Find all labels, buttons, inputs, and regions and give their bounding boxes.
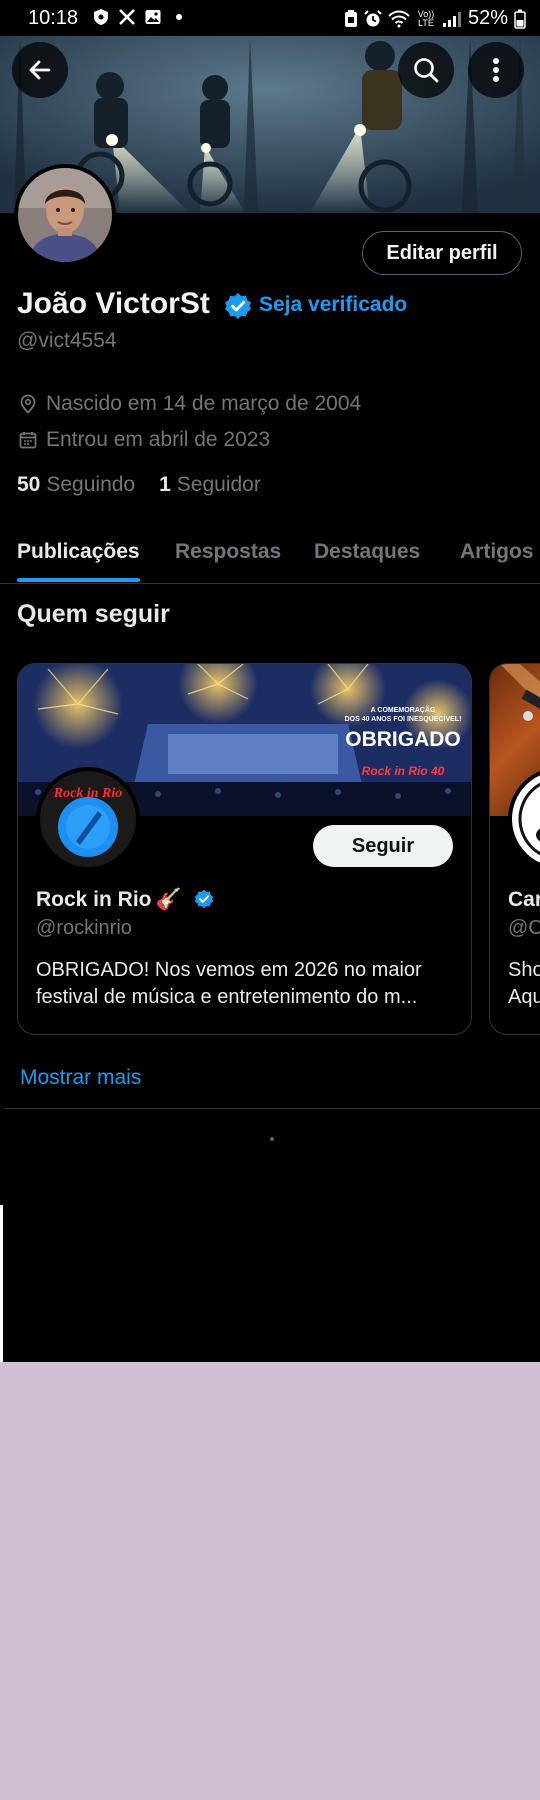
- card-name: Rock in Rio: [36, 888, 152, 911]
- edge-strip: [0, 1205, 3, 1362]
- back-button[interactable]: [12, 42, 68, 98]
- follow-button[interactable]: Seguir: [313, 825, 453, 867]
- birthday-text: Nascido em 14 de março de 2004: [46, 392, 362, 415]
- battery-percent: 52%: [467, 7, 508, 29]
- who-to-follow-title: Quem seguir: [17, 600, 170, 628]
- get-verified-link[interactable]: Seja verificado: [259, 293, 407, 317]
- banner-small-line1: A COMEMORAÇÃO: [371, 705, 436, 714]
- arrow-left-icon: [29, 60, 51, 80]
- network-type: Vo)) LTE: [417, 8, 435, 28]
- card-avatar[interactable]: Rock in Rio: [36, 767, 140, 871]
- wifi-icon: [388, 10, 410, 27]
- active-tab-indicator: [17, 578, 140, 582]
- system-icons: Vo)) LTE 52%: [344, 7, 526, 30]
- x-logo-icon: [119, 9, 135, 25]
- followers-count[interactable]: 1: [159, 473, 171, 497]
- card-bio: Sho Aqu: [508, 957, 540, 1011]
- followers-label[interactable]: Seguidor: [177, 473, 261, 497]
- alarm-icon: [364, 9, 382, 26]
- card-bio-line: Sho: [508, 959, 540, 981]
- joined-text: Entrou em abril de 2023: [46, 428, 271, 451]
- card-avatar[interactable]: [508, 767, 540, 871]
- more-vertical-icon: [493, 58, 499, 82]
- following-count[interactable]: 50: [17, 473, 40, 497]
- verified-badge-icon[interactable]: [224, 292, 252, 320]
- banner-small-line2: DOS 40 ANOS FOI INESQUECÍVEL!: [345, 714, 462, 723]
- loading-indicator: [270, 1137, 274, 1141]
- status-bar: 10:18 Vo)) LTE 52%: [0, 0, 540, 36]
- follow-stats: 50 Seguindo 1 Seguidor: [17, 473, 285, 497]
- gallery-icon: [145, 10, 161, 24]
- tab-articles[interactable]: Artigos: [460, 540, 534, 564]
- location-pin-icon: [20, 394, 36, 414]
- tab-posts[interactable]: Publicações: [17, 540, 140, 564]
- suggestion-card[interactable]: A COMEMORAÇÃO DOS 40 ANOS FOI INESQUECÍV…: [17, 663, 472, 1035]
- card-bio-line: Aqu: [508, 986, 540, 1008]
- guitar-emoji: 🎸: [155, 888, 182, 911]
- verified-badge-icon: [194, 889, 213, 909]
- tab-highlights[interactable]: Destaques: [314, 540, 420, 564]
- profile-handle: @vict4554: [17, 329, 117, 352]
- calendar-icon: [19, 432, 37, 449]
- profile-tabs: Publicações Respostas Destaques Artigos: [0, 528, 540, 584]
- avatar-photo: [18, 168, 112, 262]
- guitar-logo: [518, 782, 540, 856]
- profile-avatar[interactable]: [14, 164, 116, 266]
- birthday-row: Nascido em 14 de março de 2004: [18, 392, 361, 416]
- search-button[interactable]: [398, 42, 454, 98]
- card-bio-line: festival de música e entretenimento do m…: [36, 986, 418, 1008]
- battery-icon: [514, 9, 526, 29]
- following-label[interactable]: Seguindo: [46, 473, 135, 497]
- shield-icon: [94, 9, 108, 25]
- profile-name: João VictorSt: [17, 287, 210, 320]
- status-time: 10:18: [28, 7, 79, 29]
- more-options-button[interactable]: [468, 42, 524, 98]
- joined-row: Entrou em abril de 2023: [18, 428, 270, 452]
- show-more-link[interactable]: Mostrar mais: [20, 1066, 141, 1090]
- card-name: Car: [508, 888, 540, 911]
- card-name-row: Rock in Rio 🎸: [36, 888, 214, 912]
- tab-replies[interactable]: Respostas: [175, 540, 281, 564]
- battery-saver-icon: [344, 9, 357, 27]
- banner-headline: OBRIGADO: [345, 728, 461, 751]
- notification-icons: [92, 8, 182, 26]
- profile-screen: 10:18 Vo)) LTE 52% Editar perfil João Vi…: [0, 0, 540, 1362]
- signal-icon: [442, 11, 461, 27]
- more-notifications-dot: [176, 14, 182, 20]
- avatar-logo-text: Rock in Rio: [53, 786, 122, 801]
- card-bio: OBRIGADO! Nos vemos em 2026 no maior fes…: [36, 957, 456, 1011]
- card-bio-line: OBRIGADO! Nos vemos em 2026 no maior: [36, 959, 422, 981]
- rock-in-rio-logo: Rock in Rio: [40, 771, 136, 867]
- search-icon: [414, 58, 439, 83]
- edit-profile-button[interactable]: Editar perfil: [362, 231, 522, 275]
- card-handle: @rockinrio: [36, 917, 132, 939]
- divider: [4, 1108, 540, 1109]
- banner-logo: Rock in Rio 40: [362, 764, 445, 778]
- suggestion-card-partial[interactable]: Car @C Sho Aqu: [489, 663, 540, 1035]
- card-handle: @C: [508, 917, 540, 939]
